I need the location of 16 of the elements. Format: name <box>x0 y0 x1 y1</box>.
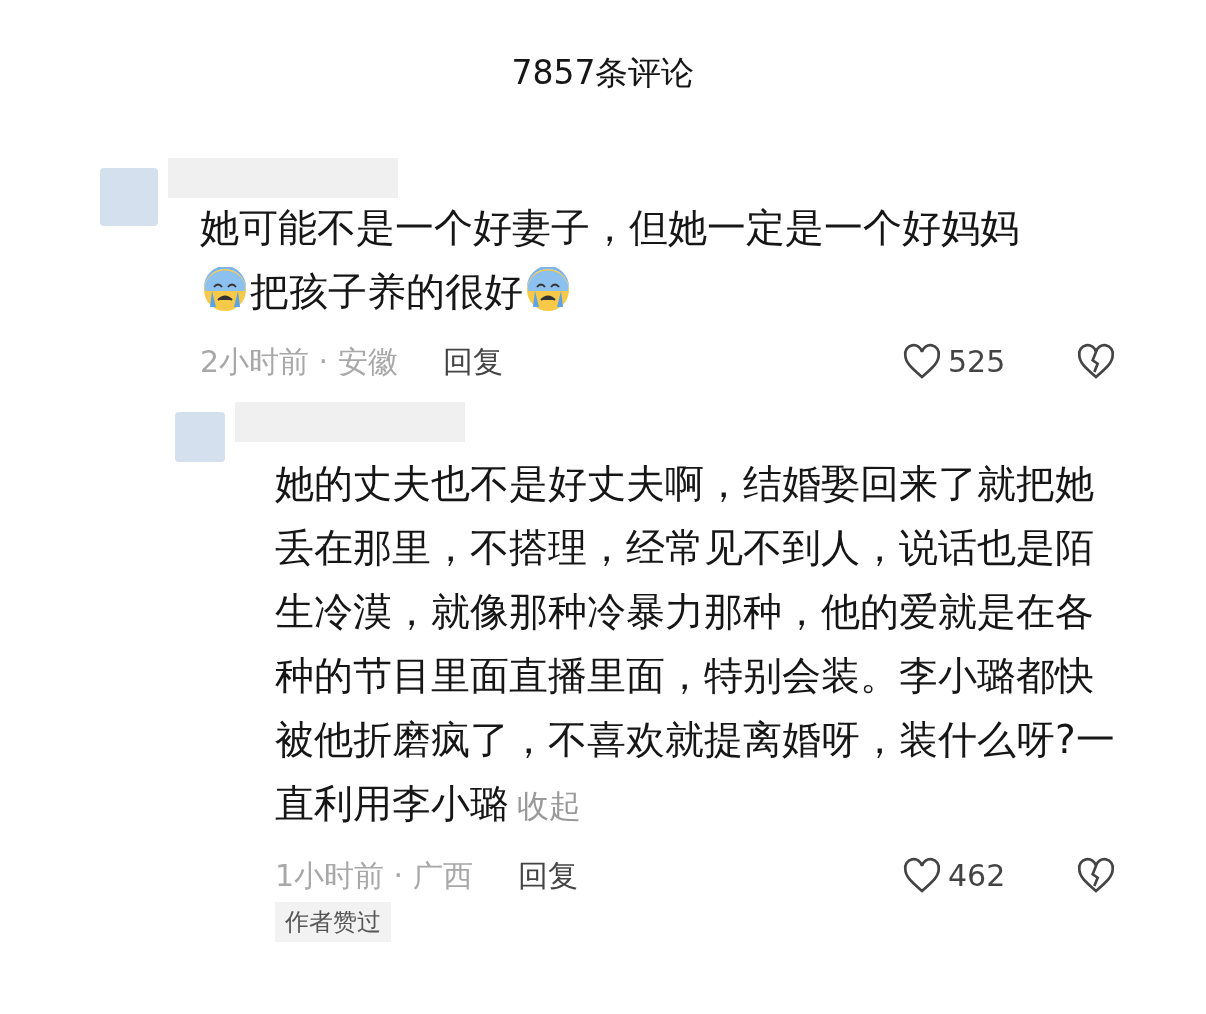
author-liked-badge: 作者赞过 <box>275 901 391 942</box>
comment-text: 她可能不是一个好妻子，但她一定是一个好妈妈 把孩子养的很好 <box>200 203 1020 316</box>
comment-meta: 2小时前 · 安徽 <box>200 343 398 381</box>
crying-face-icon <box>202 266 248 313</box>
broken-heart-icon[interactable] <box>1076 856 1116 895</box>
comments-count-title: 7857条评论 <box>511 52 695 94</box>
broken-heart-icon[interactable] <box>1076 342 1116 381</box>
comment-text: 她的丈夫也不是好丈夫啊，结婚娶回来了就把她丢在那里，不搭理，经常见不到人，说话也是陌生冷漠，就像那种冷暴力那种，他的爱就是在各种的节目里面直播里面，特别会装。李小璐都快被他折磨疯了，不喜欢就提离婚呀，装什么呀?一直利用李小璐 收起 <box>275 459 1116 828</box>
like-count: 525 <box>948 343 1007 381</box>
heart-icon[interactable] <box>902 856 942 895</box>
crying-face-icon <box>525 266 571 313</box>
reply-button[interactable]: 回复 <box>442 339 503 384</box>
comment-meta: 1小时前 · 广西 <box>275 857 473 895</box>
reply-button[interactable]: 回复 <box>517 853 578 898</box>
like-count: 462 <box>948 857 1007 895</box>
heart-icon[interactable] <box>902 342 942 381</box>
